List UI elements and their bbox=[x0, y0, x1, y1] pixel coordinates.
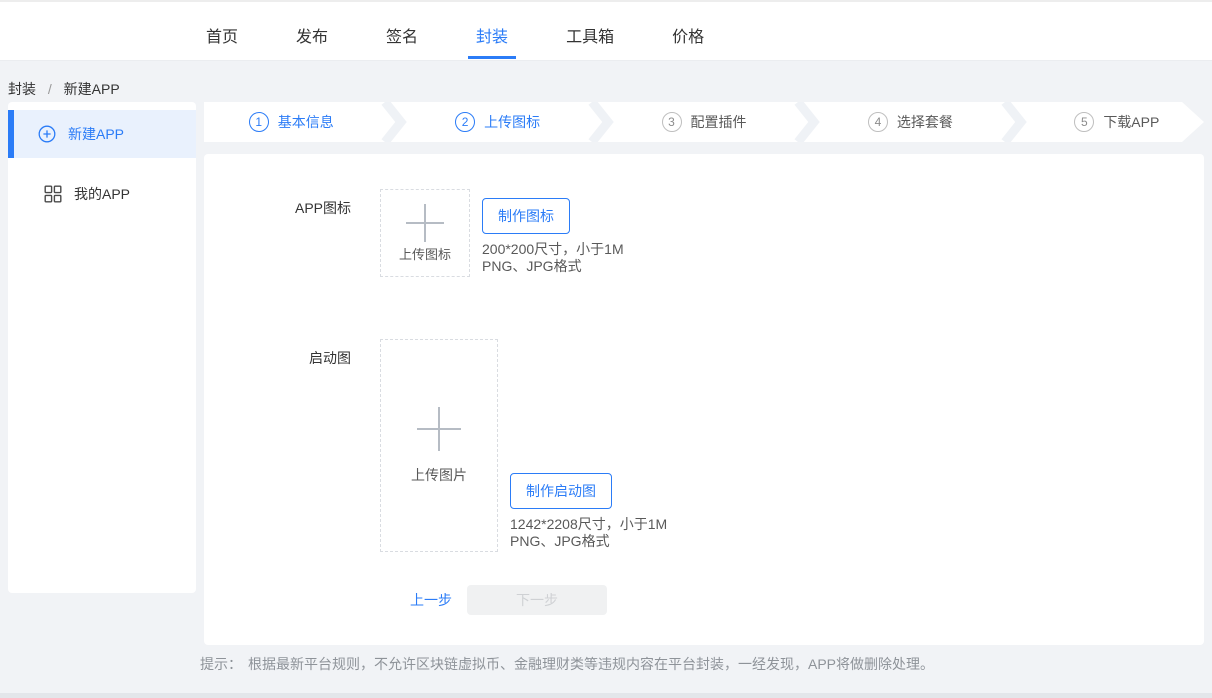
content-panel: APP图标 上传图标 制作图标 200*200尺寸，小于1M PNG、JPG格式… bbox=[204, 154, 1204, 645]
steps-bar: 1 基本信息 2 上传图标 3 配置插件 4 选择套餐 bbox=[204, 102, 1204, 142]
plus-circle-icon bbox=[38, 125, 56, 143]
step-number-badge: 3 bbox=[662, 112, 682, 132]
sidebar-item-my-app[interactable]: 我的APP bbox=[8, 170, 196, 218]
nav-item-sign[interactable]: 签名 bbox=[380, 2, 424, 59]
chevron-right-icon bbox=[791, 102, 823, 142]
wizard-actions: 上一步 下一步 bbox=[410, 585, 1204, 615]
step-label: 上传图标 bbox=[484, 112, 540, 132]
chevron-right-icon bbox=[998, 102, 1030, 142]
step-label: 下载APP bbox=[1103, 112, 1159, 132]
step-number-badge: 4 bbox=[868, 112, 888, 132]
step-5-download-app: 5 下载APP bbox=[1030, 102, 1204, 142]
nav-item-home[interactable]: 首页 bbox=[200, 2, 244, 59]
sidebar-item-new-app[interactable]: 新建APP bbox=[8, 110, 196, 158]
plus-icon bbox=[406, 204, 444, 242]
app-icon-actions: 制作图标 200*200尺寸，小于1M PNG、JPG格式 bbox=[482, 198, 624, 275]
sidebar-item-label: 我的APP bbox=[74, 184, 130, 204]
nav-item-package[interactable]: 封装 bbox=[470, 2, 514, 59]
step-2-upload-icon: 2 上传图标 bbox=[410, 102, 584, 142]
splash-image-label: 启动图 bbox=[204, 339, 351, 368]
hint-format-line: PNG、JPG格式 bbox=[482, 258, 624, 275]
hint-size-line: 200*200尺寸，小于1M bbox=[482, 241, 624, 258]
upload-box-label: 上传图标 bbox=[399, 244, 451, 263]
footer-tip: 提示： 根据最新平台规则，不允许区块链虚拟币、金融理财类等违规内容在平台封装，一经… bbox=[200, 654, 1212, 674]
make-splash-button[interactable]: 制作启动图 bbox=[510, 473, 612, 509]
step-number-badge: 2 bbox=[455, 112, 475, 132]
splash-image-actions: 制作启动图 1242*2208尺寸，小于1M PNG、JPG格式 bbox=[510, 473, 667, 550]
sidebar-item-label: 新建APP bbox=[68, 124, 124, 144]
hint-format-line: PNG、JPG格式 bbox=[510, 533, 667, 550]
plus-icon bbox=[417, 407, 461, 451]
app-icon-upload-box[interactable]: 上传图标 bbox=[380, 189, 470, 277]
chevron-right-icon bbox=[585, 102, 617, 142]
breadcrumb-current: 新建APP bbox=[64, 81, 120, 97]
tip-text: 根据最新平台规则，不允许区块链虚拟币、金融理财类等违规内容在平台封装，一经发现，… bbox=[248, 656, 934, 672]
main-layout: 新建APP 我的APP 1 基本信息 2 bbox=[0, 102, 1212, 645]
make-icon-button[interactable]: 制作图标 bbox=[482, 198, 570, 234]
step-label: 基本信息 bbox=[278, 112, 334, 132]
upload-box-label: 上传图片 bbox=[411, 465, 467, 485]
top-nav-bar: 首页 发布 签名 封装 工具箱 价格 bbox=[0, 2, 1212, 61]
step-label: 配置插件 bbox=[691, 112, 747, 132]
app-icon-section: APP图标 上传图标 制作图标 200*200尺寸，小于1M PNG、JPG格式 bbox=[204, 189, 1204, 277]
nav-item-toolbox[interactable]: 工具箱 bbox=[560, 2, 620, 59]
chevron-right-icon bbox=[378, 102, 410, 142]
breadcrumb-section[interactable]: 封装 bbox=[8, 81, 36, 97]
step-4-select-plan: 4 选择套餐 bbox=[823, 102, 997, 142]
grid-icon bbox=[44, 185, 62, 203]
step-label: 选择套餐 bbox=[897, 112, 953, 132]
sidebar: 新建APP 我的APP bbox=[8, 102, 196, 593]
step-1-basic-info: 1 基本信息 bbox=[204, 102, 378, 142]
next-step-button[interactable]: 下一步 bbox=[467, 585, 607, 615]
splash-upload-box[interactable]: 上传图片 bbox=[380, 339, 498, 552]
splash-image-section: 启动图 上传图片 制作启动图 1242*2208尺寸，小于1M PNG、JPG格… bbox=[204, 339, 1204, 552]
step-number-badge: 5 bbox=[1074, 112, 1094, 132]
nav-item-price[interactable]: 价格 bbox=[666, 2, 710, 59]
bottom-edge-strip bbox=[0, 693, 1212, 698]
main-nav: 首页 发布 签名 封装 工具箱 价格 bbox=[200, 2, 710, 59]
main-column: 1 基本信息 2 上传图标 3 配置插件 4 选择套餐 bbox=[204, 102, 1204, 645]
step-number-badge: 1 bbox=[249, 112, 269, 132]
prev-step-button[interactable]: 上一步 bbox=[410, 590, 452, 610]
tip-label: 提示： bbox=[200, 656, 242, 672]
splash-image-hint: 1242*2208尺寸，小于1M PNG、JPG格式 bbox=[510, 516, 667, 550]
nav-item-publish[interactable]: 发布 bbox=[290, 2, 334, 59]
hint-size-line: 1242*2208尺寸，小于1M bbox=[510, 516, 667, 533]
app-icon-label: APP图标 bbox=[204, 189, 351, 218]
step-3-configure-plugins: 3 配置插件 bbox=[617, 102, 791, 142]
breadcrumb: 封装 / 新建APP bbox=[0, 61, 1212, 97]
app-icon-hint: 200*200尺寸，小于1M PNG、JPG格式 bbox=[482, 241, 624, 275]
breadcrumb-separator: / bbox=[48, 81, 52, 97]
